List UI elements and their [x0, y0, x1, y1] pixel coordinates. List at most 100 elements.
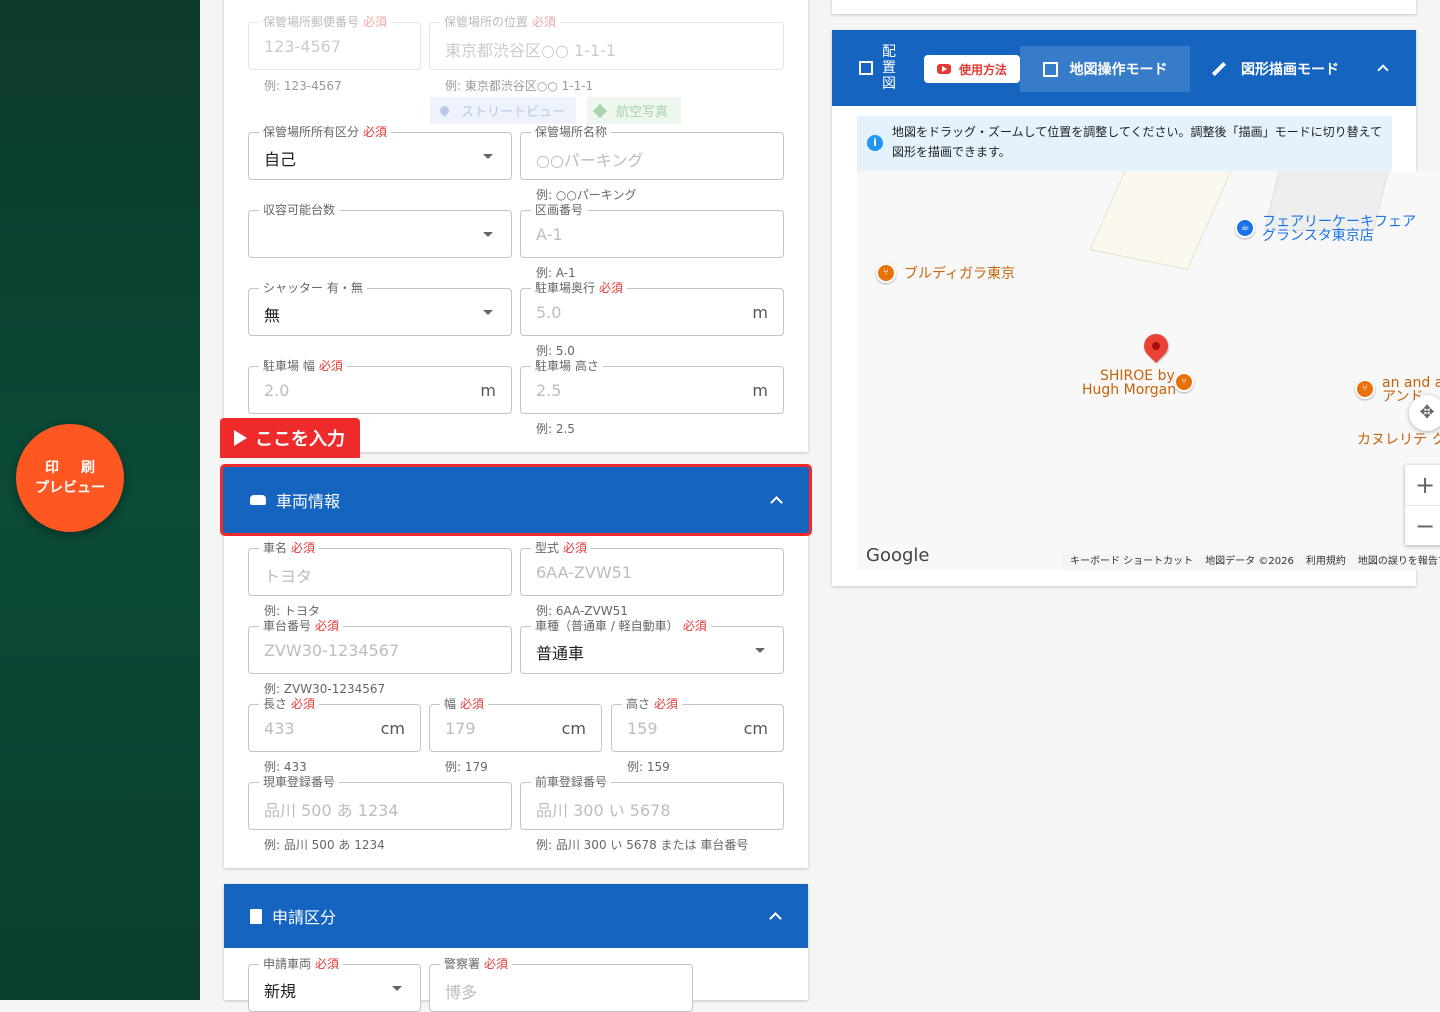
required-mark: 必須: [315, 619, 340, 633]
location-placeholder: 東京都渋谷区○○ 1-1-1: [445, 41, 617, 60]
vehicle-height-field[interactable]: 高さ 必須 159 cm: [611, 697, 784, 752]
collapse-chevron-icon[interactable]: [1377, 64, 1389, 76]
length-placeholder: 433: [264, 719, 295, 738]
zoom-control: + −: [1405, 465, 1440, 545]
poi-canelerite[interactable]: カヌレリテ ク: [1357, 433, 1440, 448]
google-map[interactable]: ⑂ ブルディガラ東京 ☕ フェアリーケーキフェア グランスタ東京店 SHIROE…: [857, 171, 1440, 570]
length-help: 例: 433: [264, 760, 307, 774]
ownership-select[interactable]: 保管場所所有区分 必須 自己: [248, 125, 512, 180]
preview-label: プレビュー: [35, 480, 105, 496]
streetview-button[interactable]: ストリートビュー: [430, 97, 576, 124]
car-maker-field[interactable]: 車名 必須 トヨタ: [248, 541, 512, 596]
height-help: 例: 2.5: [536, 422, 575, 436]
zoom-out-button[interactable]: −: [1405, 505, 1440, 545]
current-plate-label: 現車登録番号: [259, 775, 340, 789]
depth-field[interactable]: 駐車場奥行 必須 5.0 m: [520, 281, 784, 336]
required-mark: 必須: [291, 697, 316, 711]
section-number-placeholder: A-1: [536, 225, 563, 244]
police-station-placeholder: 博多: [445, 983, 478, 1002]
section-number-label: 区画番号: [531, 203, 588, 217]
keyboard-shortcuts-link[interactable]: キーボード ショートカット: [1070, 554, 1193, 570]
required-mark: 必須: [484, 957, 509, 971]
shape-draw-mode-tab[interactable]: 図形描画モード: [1190, 46, 1360, 92]
shutter-select[interactable]: シャッター 有・無 無: [248, 281, 512, 336]
storage-name-help: 例: ○○パーキング: [536, 188, 637, 202]
storage-name-field[interactable]: 保管場所名称 ○○パーキング: [520, 125, 784, 180]
required-mark: 必須: [363, 125, 388, 139]
aerial-button[interactable]: 航空写真: [587, 97, 681, 124]
draw-mode-label: 図形描画モード: [1241, 62, 1339, 78]
poi-burdigala[interactable]: ブルディガラ東京: [904, 267, 1015, 282]
how-to-use-label: 使用方法: [958, 62, 1007, 77]
aerial-label: 航空写真: [616, 105, 669, 120]
width-placeholder: 2.0: [264, 381, 290, 400]
zoom-in-button[interactable]: +: [1405, 465, 1440, 505]
report-error-link[interactable]: 地図の誤りを報告す: [1358, 554, 1440, 570]
depth-placeholder: 5.0: [536, 303, 562, 322]
location-pin-dot: [1152, 342, 1160, 350]
camera-control-button[interactable]: ✥: [1409, 395, 1440, 431]
police-station-field[interactable]: 警察署 必須 博多: [429, 957, 693, 1012]
required-mark: 必須: [291, 541, 316, 555]
postal-placeholder: 123-4567: [264, 37, 342, 56]
collapse-chevron-icon: [769, 912, 782, 925]
height-field[interactable]: 駐車場 高さ 2.5 m: [520, 359, 784, 414]
cafe-icon: ☕: [1235, 218, 1255, 238]
required-mark: 必須: [315, 957, 340, 971]
application-section-header[interactable]: 申請区分: [224, 884, 808, 948]
previous-plate-field[interactable]: 前車登録番号 品川 300 い 5678: [520, 775, 784, 830]
how-to-use-button[interactable]: 使用方法: [924, 55, 1020, 83]
dropdown-caret-icon: [392, 986, 402, 991]
youtube-icon: [936, 64, 951, 74]
dropdown-caret-icon: [755, 648, 765, 653]
restaurant-icon: ⑂: [876, 263, 896, 283]
postal-field[interactable]: 保管場所郵便番号 必須 123-4567: [248, 15, 421, 70]
input-here-callout: ここを入力: [220, 418, 360, 458]
required-mark: 必須: [654, 697, 679, 711]
shutter-label: シャッター 有・無: [259, 281, 367, 295]
shutter-value: 無: [264, 306, 281, 325]
required-mark: 必須: [363, 15, 388, 29]
section-number-field[interactable]: 区画番号 A-1: [520, 203, 784, 258]
vehicle-width-field[interactable]: 幅必須 179 cm: [429, 697, 602, 752]
application-vehicle-value: 新規: [264, 982, 297, 1001]
poi-shiroe-line2[interactable]: Hugh Morgan: [1082, 383, 1176, 398]
chassis-field[interactable]: 車台番号 必須 ZVW30-1234567: [248, 619, 512, 674]
vehicle-section-header[interactable]: 車両情報: [220, 464, 812, 536]
height-label: 駐車場 高さ: [531, 359, 603, 373]
width-field[interactable]: 駐車場 幅必須 2.0 m: [248, 359, 512, 414]
height-placeholder: 2.5: [536, 381, 562, 400]
terms-link[interactable]: 利用規約: [1306, 554, 1346, 570]
depth-unit: m: [752, 303, 768, 322]
vehicle-kind-select[interactable]: 車種（普通車 / 軽自動車） 必須 普通車: [520, 619, 784, 674]
car-icon: [250, 495, 266, 505]
current-plate-field[interactable]: 現車登録番号 品川 500 あ 1234: [248, 775, 512, 830]
vehicle-height-label: 高さ: [626, 697, 651, 711]
vehicle-kind-value: 普通車: [536, 644, 585, 663]
top-right-card: [832, 0, 1416, 14]
current-plate-help: 例: 品川 500 あ 1234: [264, 838, 385, 852]
vehicle-width-label: 幅: [444, 697, 457, 711]
map-data-label: 地図データ ©2026: [1205, 556, 1294, 567]
print-label: 印刷: [45, 460, 117, 476]
application-vehicle-select[interactable]: 申請車両 必須 新規: [248, 957, 421, 1012]
capacity-select[interactable]: 収容可能台数: [248, 203, 512, 258]
restaurant-icon: ⑂: [1355, 379, 1375, 399]
map-operation-mode-tab[interactable]: 地図操作モード: [1020, 46, 1190, 92]
print-preview-button[interactable]: 印刷 プレビュー: [16, 424, 124, 532]
location-field[interactable]: 保管場所の位置 必須 東京都渋谷区○○ 1-1-1: [429, 15, 784, 70]
car-maker-placeholder: トヨタ: [264, 567, 313, 586]
ownership-label: 保管場所所有区分: [263, 125, 360, 139]
capacity-label: 収容可能台数: [259, 203, 340, 217]
height-unit: m: [752, 381, 768, 400]
model-field[interactable]: 型式 必須 6AA-ZVW51: [520, 541, 784, 596]
poi-fairycake-line2[interactable]: グランスタ東京店: [1262, 229, 1374, 244]
length-field[interactable]: 長さ 必須 433 cm: [248, 697, 421, 752]
chassis-placeholder: ZVW30-1234567: [264, 641, 400, 660]
location-label: 保管場所の位置: [444, 15, 529, 29]
storage-name-placeholder: ○○パーキング: [536, 151, 644, 170]
pencil-icon: [1211, 61, 1227, 77]
map-footer: キーボード ショートカット 地図データ ©2026 利用規約 地図の誤りを報告す: [1062, 554, 1440, 570]
dropdown-caret-icon: [483, 154, 493, 159]
previous-plate-placeholder: 品川 300 い 5678: [536, 801, 671, 820]
